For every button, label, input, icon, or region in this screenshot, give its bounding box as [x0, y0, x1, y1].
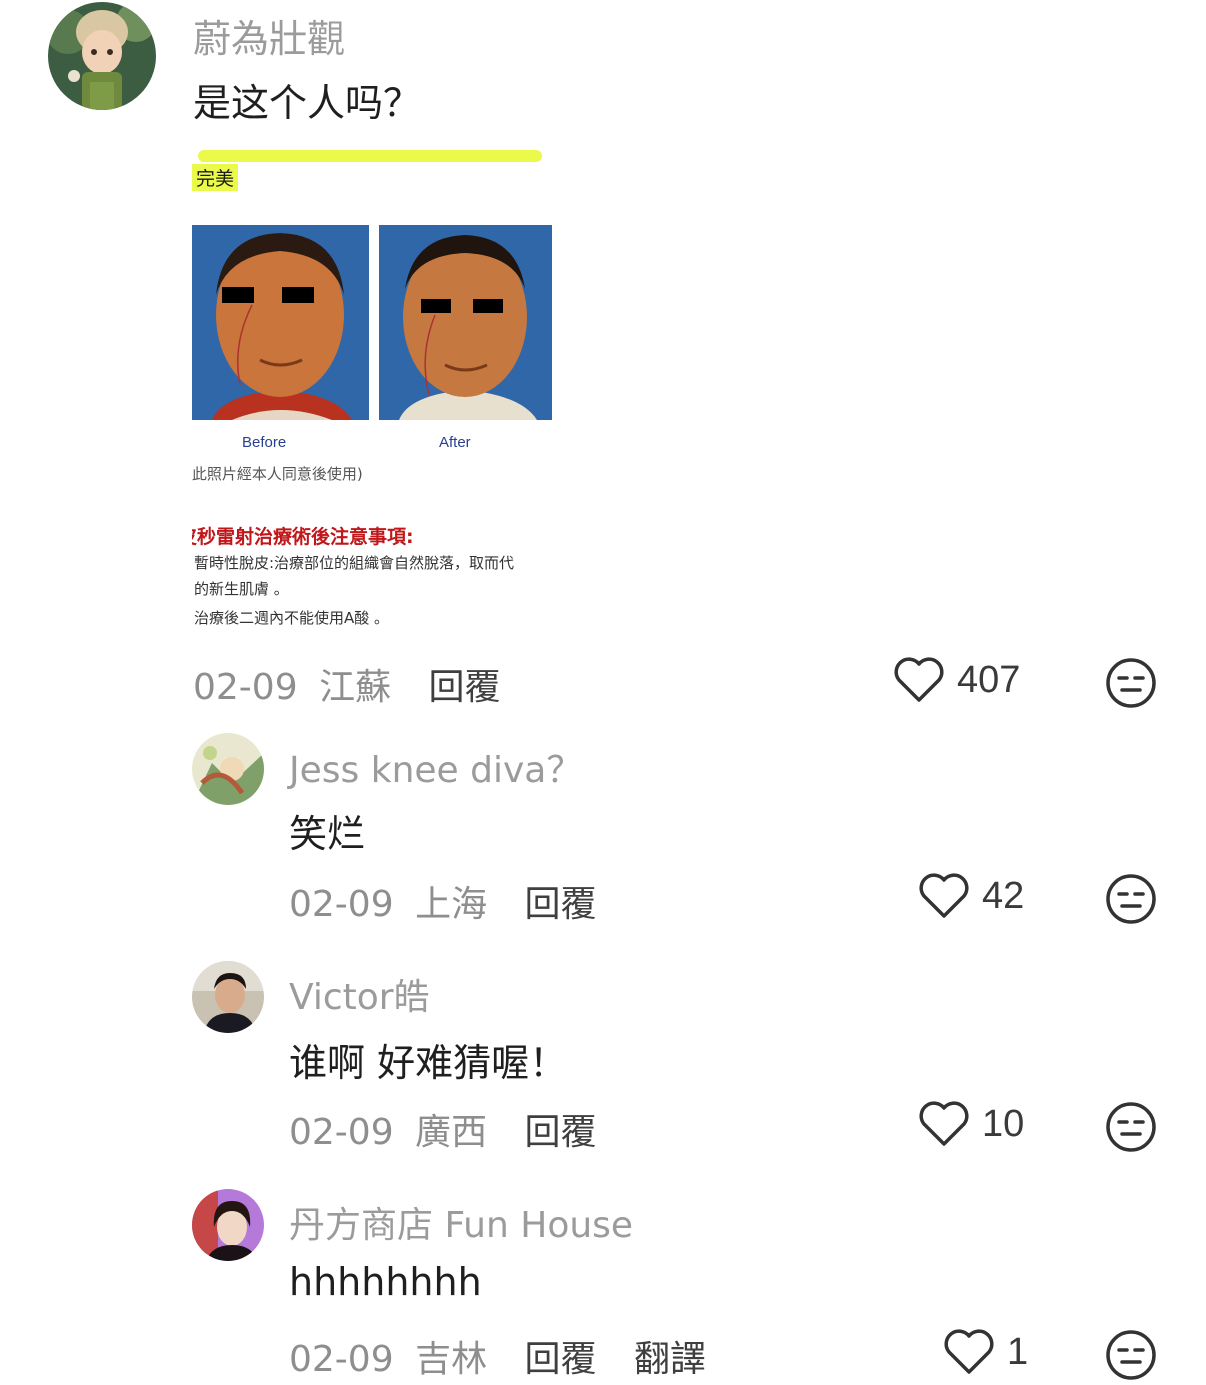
reply-button[interactable]: 回覆	[525, 1112, 597, 1153]
like-button[interactable]: 1	[943, 1328, 1028, 1376]
comment-text: hhhhhhhh	[289, 1260, 482, 1304]
image-highlight	[198, 150, 542, 162]
like-count: 407	[957, 658, 1021, 701]
image-line-2: 的新生肌膚 。	[194, 580, 289, 598]
comment-meta: 02-09 吉林 回覆 翻譯	[289, 1330, 706, 1382]
comment-location: 上海	[415, 884, 488, 925]
comment-text: 谁啊 好难猜喔！	[289, 1041, 568, 1085]
avatar[interactable]	[48, 2, 156, 110]
comment-meta: 02-09 江蘇 回覆	[193, 658, 501, 710]
heart-outline-icon	[944, 1329, 994, 1374]
heart-outline-icon	[894, 657, 944, 702]
reply-button[interactable]: 回覆	[525, 884, 597, 925]
dislike-button[interactable]	[1105, 657, 1157, 713]
before-photo	[192, 225, 369, 420]
image-line-1: 暫時性脫皮:治療部位的組織會自然脫落，取而代	[194, 554, 515, 572]
avatar[interactable]	[192, 961, 264, 1033]
comment-date: 02-09	[289, 1339, 394, 1380]
unamused-face-icon	[1106, 1102, 1156, 1152]
comment-image[interactable]: 完美 Before After (此照片經本人同意後使用) 皮秒雷射治療術後注意…	[192, 150, 552, 635]
comment-date: 02-09	[193, 667, 298, 708]
heart-outline-icon	[919, 1101, 969, 1146]
avatar[interactable]	[192, 1189, 264, 1261]
comment-text: 是这个人吗？	[193, 81, 422, 125]
comment-username[interactable]: 蔚為壯觀	[193, 8, 345, 63]
after-photo	[379, 225, 552, 420]
like-count: 10	[982, 1102, 1025, 1145]
reply-button[interactable]: 回覆	[525, 1339, 597, 1380]
like-button[interactable]: 42	[918, 872, 1024, 920]
like-count: 42	[982, 874, 1025, 917]
image-heading: 皮秒雷射治療術後注意事項:	[192, 526, 414, 548]
comment-location: 江蘇	[319, 667, 392, 708]
after-label: After	[439, 434, 471, 451]
comment-meta: 02-09 廣西 回覆	[289, 1103, 597, 1155]
reply-button[interactable]: 回覆	[429, 667, 501, 708]
before-label: Before	[242, 434, 287, 451]
comment-date: 02-09	[289, 884, 394, 925]
comment-username[interactable]: Jess knee diva？	[289, 741, 582, 793]
heart-outline-icon	[919, 873, 969, 918]
comment-username[interactable]: Victor皓	[289, 968, 430, 1020]
unamused-face-icon	[1106, 1330, 1156, 1380]
comment-location: 吉林	[415, 1339, 488, 1380]
comment-username[interactable]: 丹方商店 Fun House	[289, 1196, 633, 1248]
like-button[interactable]: 407	[893, 656, 1020, 704]
consent-note: (此照片經本人同意後使用)	[192, 465, 363, 483]
image-top-caption: 完美	[192, 164, 239, 191]
like-button[interactable]: 10	[918, 1100, 1024, 1148]
unamused-face-icon	[1106, 658, 1156, 708]
dislike-button[interactable]	[1105, 1329, 1157, 1385]
image-line-3: 治療後二週內不能使用A酸 。	[194, 609, 390, 627]
comment-meta: 02-09 上海 回覆	[289, 875, 597, 927]
avatar[interactable]	[192, 733, 264, 805]
translate-button[interactable]: 翻譯	[634, 1339, 706, 1380]
like-count: 1	[1007, 1330, 1029, 1373]
comment-date: 02-09	[289, 1112, 394, 1153]
dislike-button[interactable]	[1105, 1101, 1157, 1157]
comment-text: 笑烂	[289, 812, 366, 856]
comment-location: 廣西	[415, 1112, 488, 1153]
unamused-face-icon	[1106, 874, 1156, 924]
dislike-button[interactable]	[1105, 873, 1157, 929]
